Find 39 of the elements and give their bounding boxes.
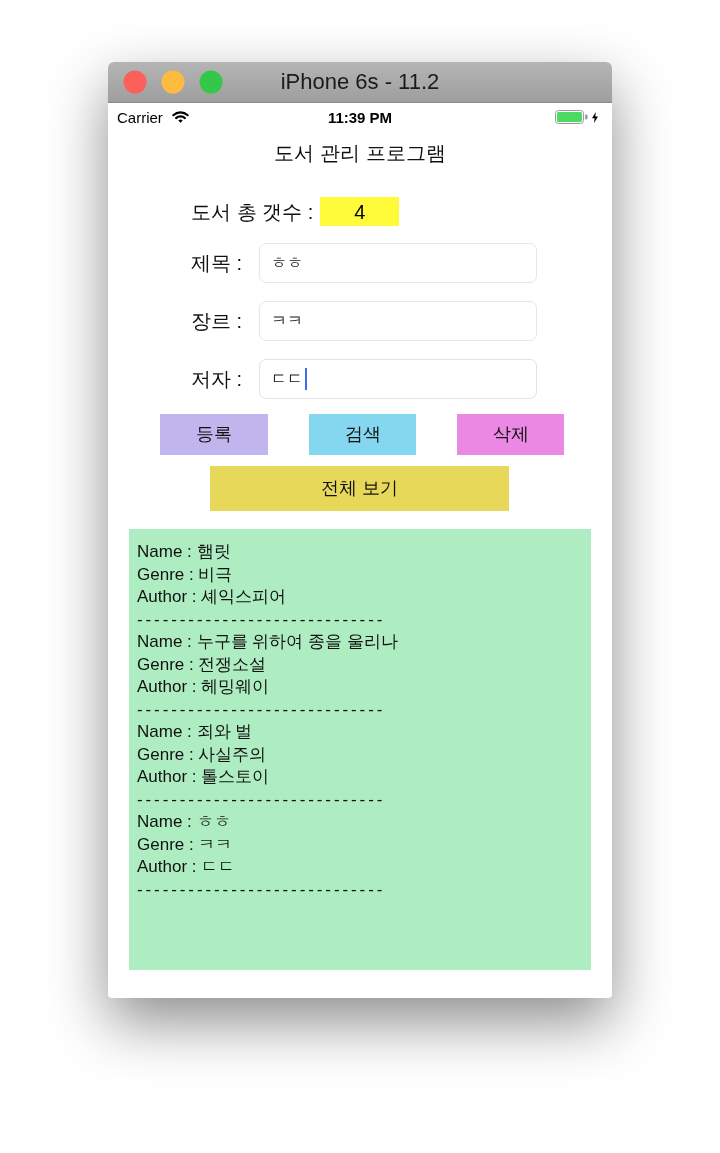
minimize-icon[interactable]: [161, 70, 185, 94]
book-name-text: Name : 죄와 벌: [137, 721, 253, 743]
separator-text: -----------------------------: [137, 698, 386, 721]
close-icon[interactable]: [123, 70, 147, 94]
search-button[interactable]: 검색: [309, 414, 416, 455]
app-title: 도서 관리 프로그램: [274, 141, 446, 166]
wifi-icon: [171, 111, 189, 123]
author-label: 저자 :: [191, 369, 243, 389]
title-label: 제목 :: [191, 253, 243, 273]
book-genre-text: Genre : 비극: [137, 563, 233, 586]
show-all-button[interactable]: 전체 보기: [210, 466, 509, 511]
book-author-text: Author : ㄷㄷ: [137, 856, 236, 878]
lightning-bolt-icon: [592, 111, 598, 123]
book-genre-text: Genre : ㅋㅋ: [137, 833, 233, 856]
clock-time: 11:39 PM: [327, 109, 393, 125]
text-cursor-icon: [305, 368, 307, 390]
book-count-label: 도서 총 갯수 :: [191, 201, 314, 222]
fullscreen-icon[interactable]: [199, 70, 223, 94]
genre-label: 장르 :: [191, 311, 243, 331]
separator-text: -----------------------------: [137, 788, 386, 811]
book-author-text: Author : 셰익스피어: [137, 586, 287, 608]
genre-field[interactable]: ㅋㅋ: [259, 301, 537, 341]
author-field[interactable]: ㄷㄷ: [259, 359, 537, 399]
book-author-text: Author : 톨스토이: [137, 766, 270, 788]
window-title: iPhone 6s - 11.2: [280, 71, 440, 93]
register-button[interactable]: 등록: [160, 414, 268, 455]
delete-button[interactable]: 삭제: [457, 414, 564, 455]
book-genre-text: Genre : 사실주의: [137, 743, 267, 766]
book-count-value: 4: [320, 197, 400, 226]
book-author-text: Author : 헤밍웨이: [137, 676, 270, 698]
title-field[interactable]: ㅎㅎ: [259, 243, 537, 283]
book-name-text: Name : 햄릿: [137, 541, 231, 563]
book-name-text: Name : 누구를 위하여 종을 울리나: [137, 631, 398, 653]
book-genre-text: Genre : 전쟁소설: [137, 653, 267, 676]
battery-icon: [555, 110, 588, 124]
book-name-text: Name : ㅎㅎ: [137, 811, 231, 833]
separator-text: -----------------------------: [137, 878, 386, 901]
carrier-name: Carrier: [117, 109, 163, 125]
separator-text: -----------------------------: [137, 608, 386, 631]
